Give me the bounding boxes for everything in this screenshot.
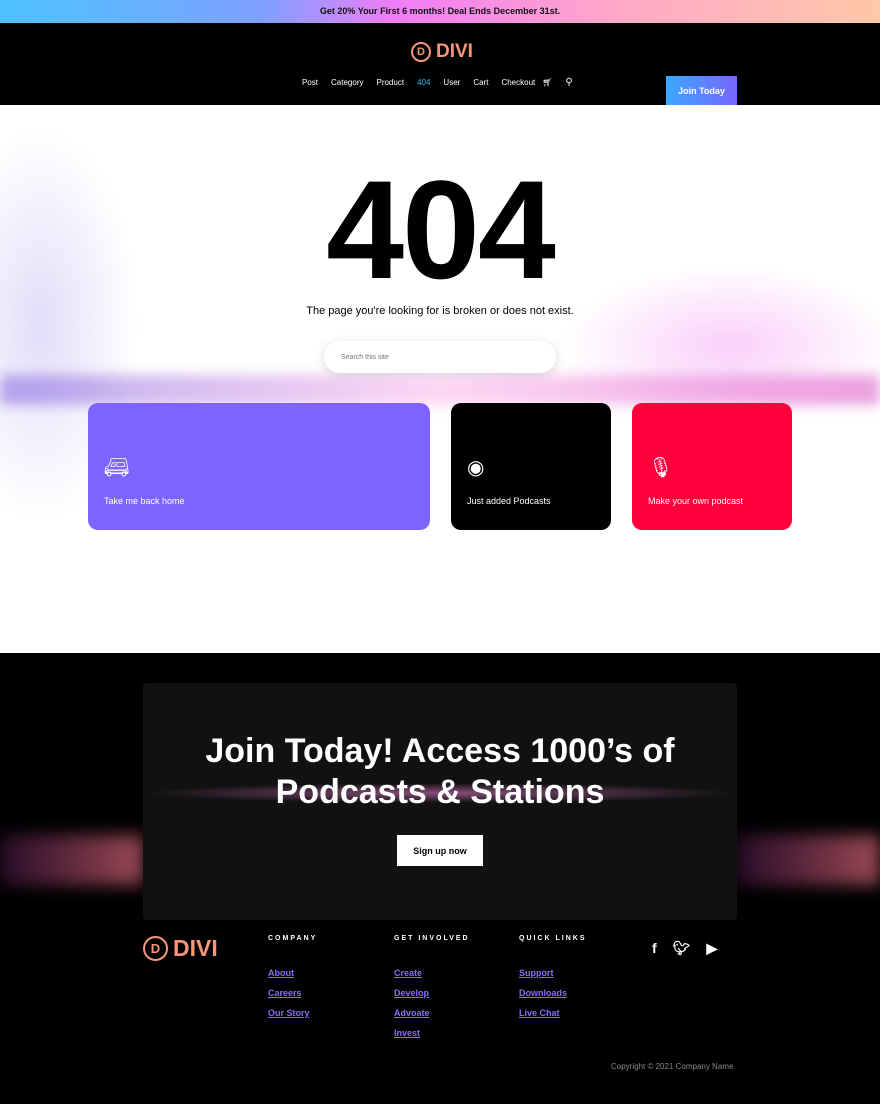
nav-post[interactable]: Post: [302, 78, 318, 87]
cart-icon[interactable]: 🛒︎: [542, 78, 552, 87]
camper-trailer-icon: 🚐︎: [104, 457, 130, 479]
footer-col-company: COMPANY About Careers Our Story: [268, 935, 317, 1028]
logo-text: DIVI: [173, 935, 218, 961]
footer-logo[interactable]: D DIVI: [143, 935, 218, 962]
card-home[interactable]: 🚐︎ Take me back home: [88, 403, 430, 530]
card-label: Take me back home: [104, 496, 185, 506]
cta-title: Join Today! Access 1000’s of Podcasts & S…: [143, 731, 737, 813]
join-today-button[interactable]: Join Today: [666, 76, 737, 105]
cta-box: Join Today! Access 1000’s of Podcasts & S…: [143, 683, 737, 920]
header: D DIVI Post Category Product 404 User Car…: [0, 23, 880, 105]
card-make-podcast[interactable]: 🎙︎ Make your own podcast: [632, 403, 792, 530]
footer-link-our-story[interactable]: Our Story: [268, 1008, 317, 1018]
logo[interactable]: D DIVI: [411, 41, 473, 63]
footer-link-downloads[interactable]: Downloads: [519, 988, 587, 998]
card-label: Make your own podcast: [648, 496, 744, 506]
microphone-icon: 🎙︎: [648, 457, 674, 479]
nav-cart[interactable]: Cart: [473, 78, 488, 87]
social-links: f 🐦︎ ▶: [652, 940, 717, 957]
nav-user[interactable]: User: [443, 78, 460, 87]
promo-banner: Get 20% Your First 6 months! Deal Ends D…: [0, 0, 880, 23]
logo-text: DIVI: [436, 41, 473, 62]
search-input[interactable]: [324, 341, 556, 373]
footer-link-develop[interactable]: Develop: [394, 988, 470, 998]
sign-up-button[interactable]: Sign up now: [397, 835, 483, 866]
footer-col-quick-links: QUICK LINKS Support Downloads Live Chat: [519, 935, 587, 1028]
footer-heading: QUICK LINKS: [519, 935, 587, 942]
footer-link-invest[interactable]: Invest: [394, 1028, 470, 1038]
card-podcasts[interactable]: ◉ Just added Podcasts: [451, 403, 611, 530]
cta-title-line: Podcasts & Stations: [275, 773, 605, 811]
decorative-wave: [737, 835, 880, 885]
nav-404[interactable]: 404: [417, 78, 430, 87]
youtube-icon[interactable]: ▶: [706, 940, 717, 957]
footer-link-create[interactable]: Create: [394, 968, 470, 978]
nav-product[interactable]: Product: [376, 78, 404, 87]
footer-heading: GET INVOLVED: [394, 935, 470, 942]
footer-link-careers[interactable]: Careers: [268, 988, 317, 998]
cta-title-line: Join Today! Access 1000’s of: [205, 732, 675, 770]
copyright: Copyright © 2021 Company Name: [611, 1062, 734, 1071]
logo-mark: D: [143, 936, 168, 961]
decorative-wave: [0, 835, 143, 885]
twitter-icon[interactable]: 🐦︎: [673, 940, 691, 957]
footer-link-live-chat[interactable]: Live Chat: [519, 1008, 587, 1018]
footer-link-about[interactable]: About: [268, 968, 317, 978]
logo-mark: D: [411, 42, 431, 62]
footer-heading: COMPANY: [268, 935, 318, 942]
facebook-icon[interactable]: f: [652, 940, 657, 957]
footer-col-get-involved: GET INVOLVED Create Develop Advoate Inve…: [394, 935, 470, 1048]
card-label: Just added Podcasts: [467, 496, 551, 506]
nav-checkout[interactable]: Checkout: [501, 78, 535, 87]
main-nav: Post Category Product 404 User Cart Chec…: [302, 77, 573, 88]
decorative-wave: [0, 375, 880, 405]
hero-section: 404 The page you're looking for is broke…: [0, 105, 880, 653]
footer-link-advoate[interactable]: Advoate: [394, 1008, 470, 1018]
podcast-icon: ◉: [467, 457, 485, 479]
nav-category[interactable]: Category: [331, 78, 363, 87]
footer-link-support[interactable]: Support: [519, 968, 587, 978]
search-icon[interactable]: ⚲: [565, 77, 572, 88]
error-code: 404: [326, 151, 556, 308]
error-message: The page you're looking for is broken or…: [306, 305, 574, 317]
